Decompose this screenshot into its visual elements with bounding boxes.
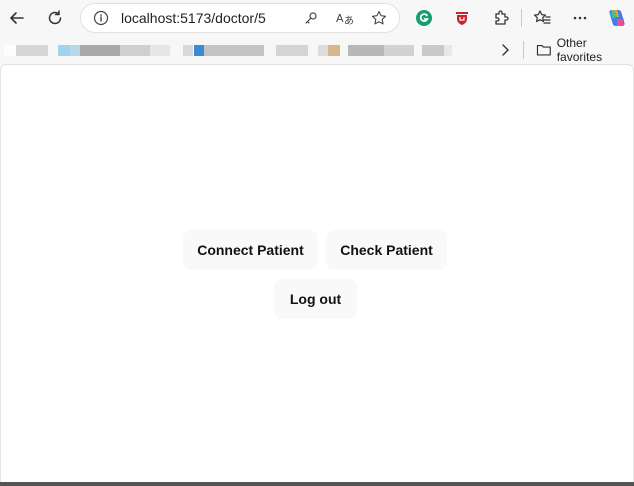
favorite-item[interactable]: [328, 45, 340, 56]
site-info-icon[interactable]: [91, 8, 111, 28]
favorite-item[interactable]: [276, 45, 308, 56]
toolbar-divider: [521, 9, 522, 27]
folder-icon: [536, 44, 551, 56]
translate-icon[interactable]: Aあ: [335, 8, 355, 28]
favorite-item[interactable]: [58, 45, 70, 56]
taskbar-edge: [0, 482, 634, 486]
favorite-item[interactable]: [348, 45, 384, 56]
check-patient-button[interactable]: Check Patient: [326, 230, 447, 270]
favbar-divider: [523, 41, 524, 59]
shield-extension-icon[interactable]: [449, 5, 475, 31]
favorite-item[interactable]: [204, 45, 264, 56]
favorites-icon[interactable]: [529, 5, 555, 31]
favorite-item[interactable]: [318, 45, 328, 56]
chevron-right-icon[interactable]: [492, 37, 518, 63]
copilot-icon[interactable]: [604, 5, 630, 31]
favorite-item[interactable]: [194, 45, 204, 56]
favorite-item[interactable]: [183, 45, 193, 56]
other-favorites-folder[interactable]: Other favorites: [536, 36, 634, 64]
favorite-item[interactable]: [16, 45, 48, 56]
favorites-bar: Other favorites: [0, 36, 634, 64]
page-content: Connect Patient Check Patient Log out: [0, 64, 634, 482]
favorite-item[interactable]: [150, 45, 170, 56]
favorite-item[interactable]: [70, 45, 80, 56]
svg-text:あ: あ: [344, 15, 354, 26]
key-icon[interactable]: [301, 8, 321, 28]
log-out-button[interactable]: Log out: [274, 279, 357, 319]
grammarly-icon[interactable]: [411, 5, 437, 31]
browser-toolbar: localhost:5173/doctor/5 Aあ: [0, 0, 634, 36]
address-bar[interactable]: localhost:5173/doctor/5 Aあ: [80, 3, 400, 33]
extensions-puzzle-icon[interactable]: [488, 5, 514, 31]
favorite-item[interactable]: [384, 45, 414, 56]
favorite-item[interactable]: [4, 45, 16, 56]
refresh-icon[interactable]: [42, 5, 68, 31]
favorite-item[interactable]: [422, 45, 444, 56]
back-arrow-icon[interactable]: [4, 5, 30, 31]
favorite-item[interactable]: [120, 45, 150, 56]
favorite-star-icon[interactable]: [369, 8, 389, 28]
favorite-item[interactable]: [444, 45, 452, 56]
connect-patient-button[interactable]: Connect Patient: [183, 230, 318, 270]
more-menu-icon[interactable]: [567, 5, 593, 31]
svg-text:A: A: [336, 12, 344, 25]
url-text[interactable]: localhost:5173/doctor/5: [121, 10, 266, 26]
favorite-item[interactable]: [80, 45, 120, 56]
other-favorites-label: Other favorites: [556, 36, 603, 64]
